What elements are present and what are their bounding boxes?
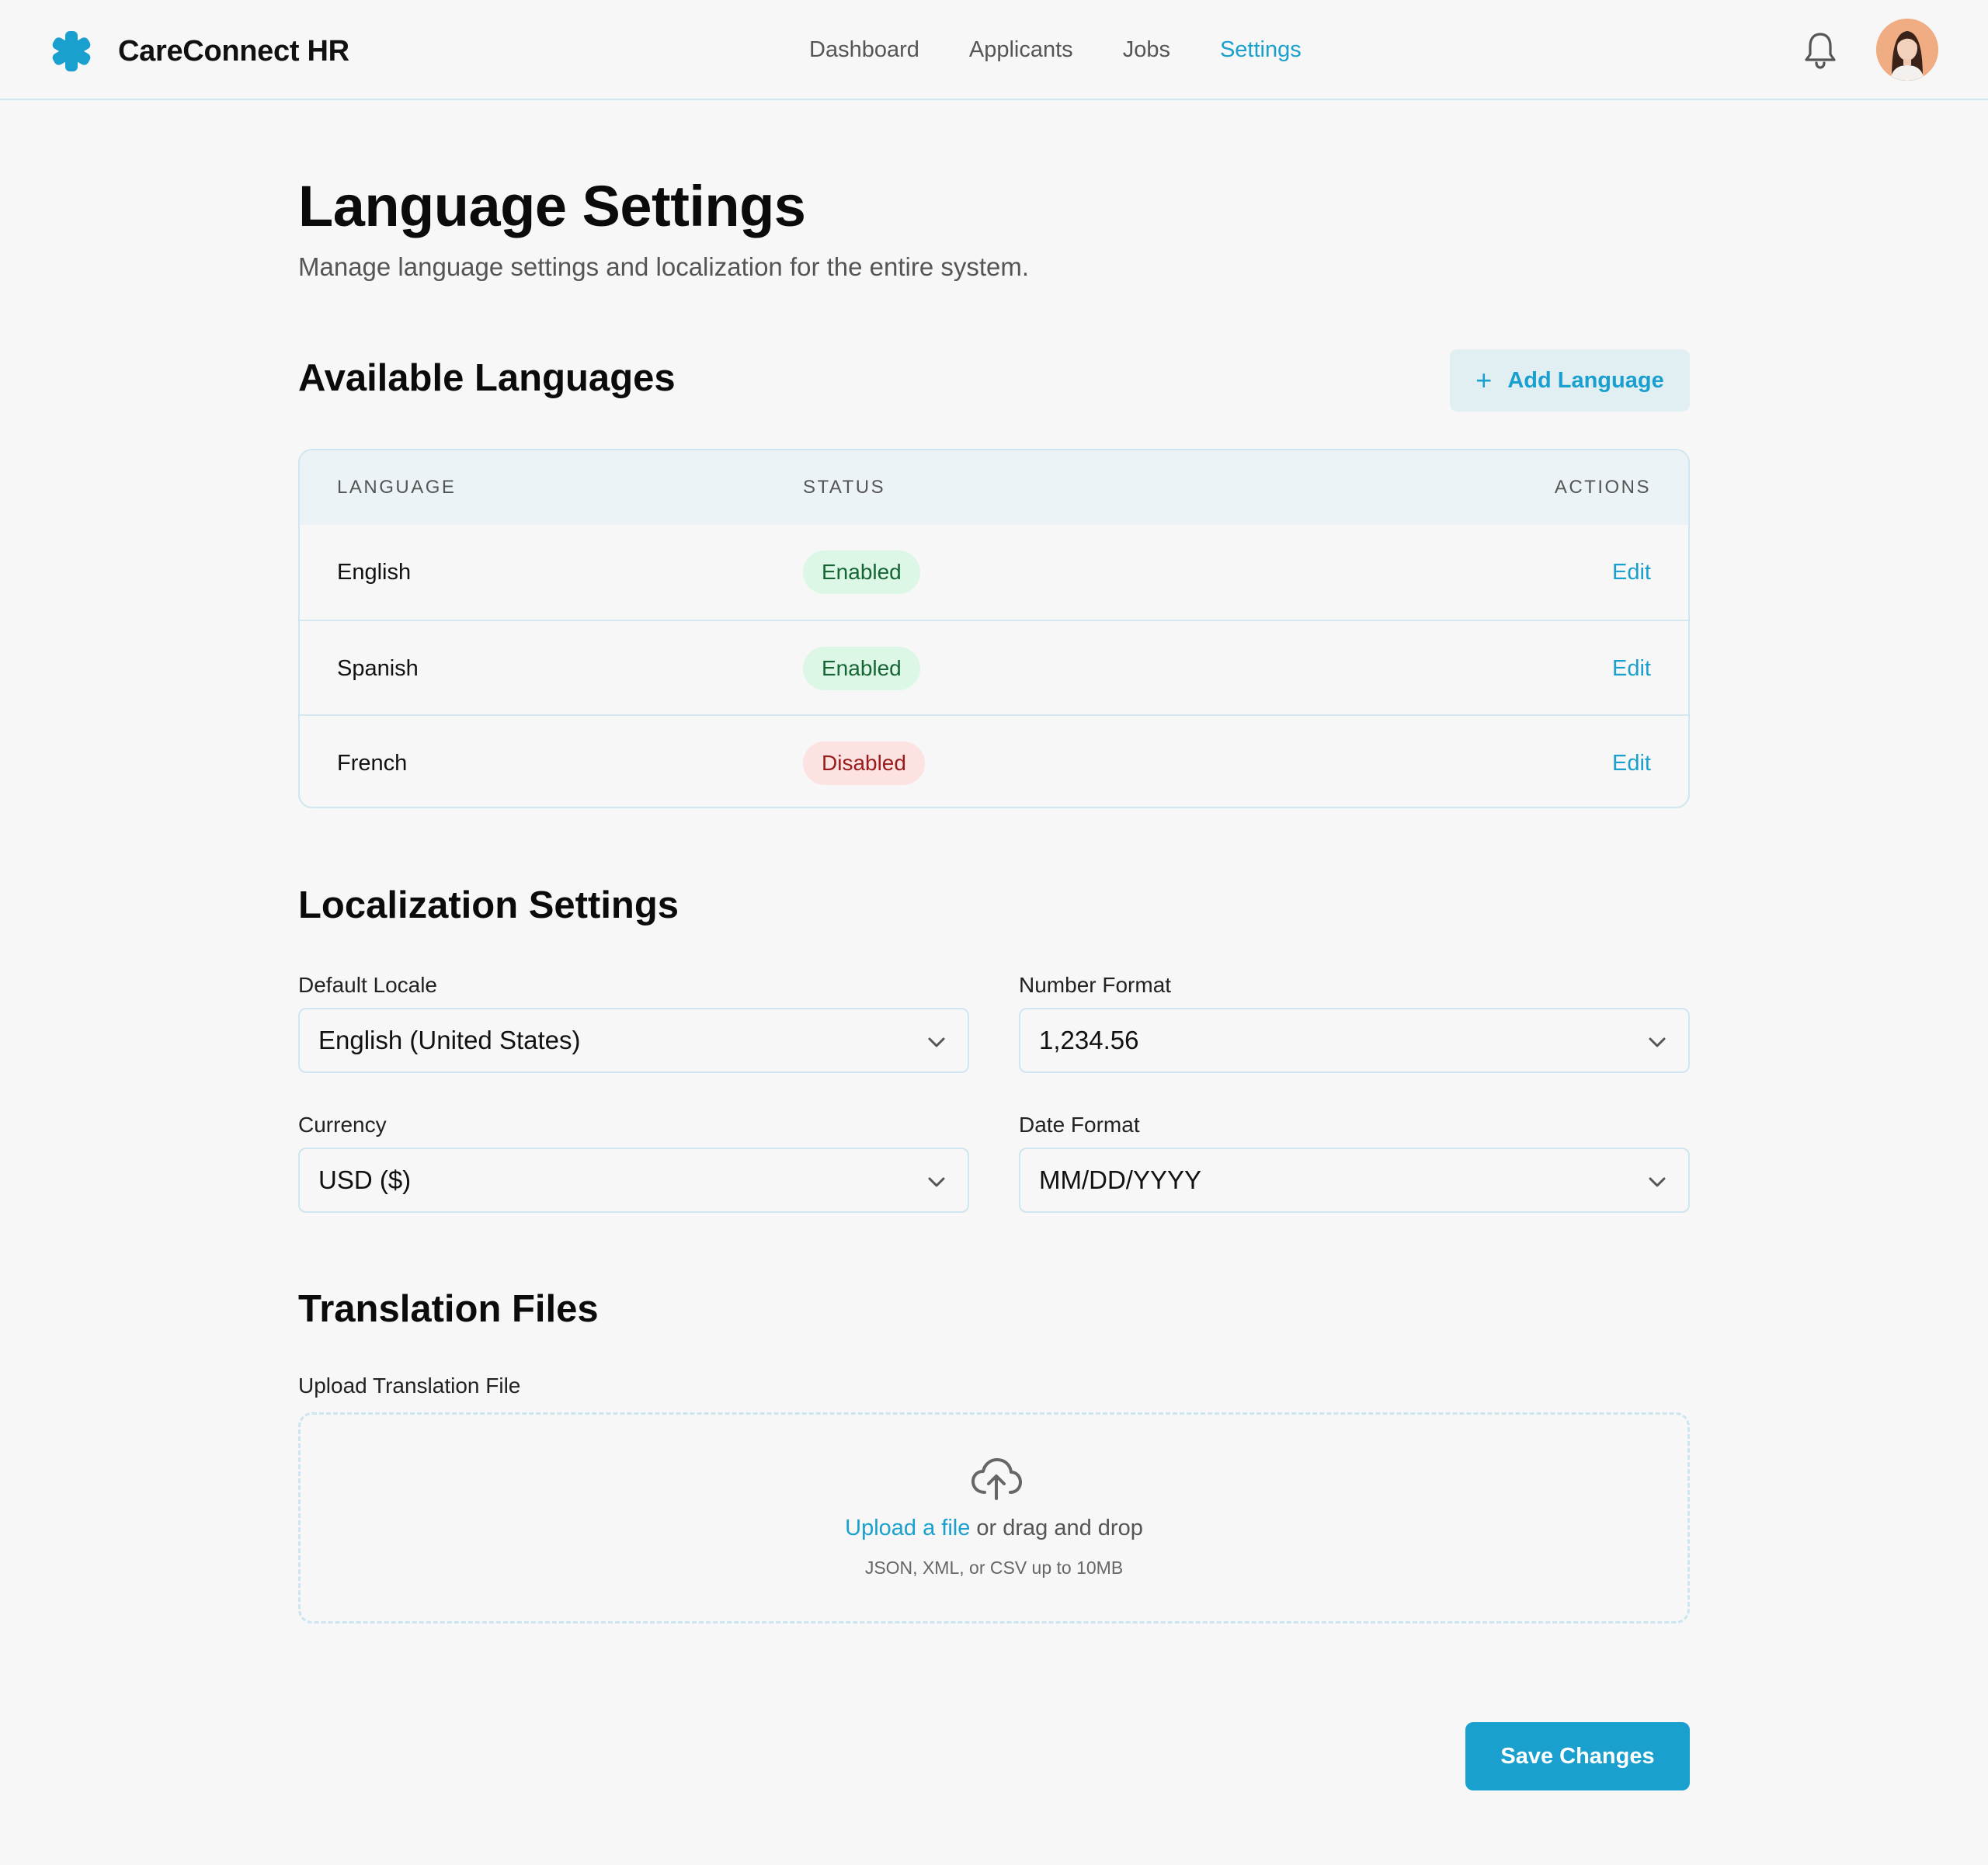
app-name: CareConnect HR [118,34,349,68]
table-header: LANGUAGE STATUS ACTIONS [300,450,1688,525]
table-row: French Disabled Edit [300,714,1688,807]
file-dropzone[interactable]: Upload a file or drag and drop JSON, XML… [298,1412,1690,1624]
medical-asterisk-icon [52,31,91,71]
add-language-button[interactable]: + Add Language [1450,349,1690,412]
status-badge: Disabled [803,741,925,785]
date-format-value: MM/DD/YYYY [1039,1165,1202,1194]
chevron-down-icon [928,1177,945,1187]
cloud-upload-icon [971,1458,1022,1500]
page-title: Language Settings [298,174,806,238]
default-locale-select[interactable]: English (United States) [298,1008,969,1073]
currency-label: Currency [298,1113,387,1137]
upload-instructions: Upload a file or drag and drop [301,1516,1687,1541]
page-subtitle: Manage language settings and localizatio… [298,252,1030,281]
table-body: English Enabled Edit Spanish Enabled Edi… [300,525,1688,807]
number-format-label: Number Format [1019,973,1172,997]
drag-drop-text: or drag and drop [976,1516,1143,1540]
edit-link[interactable]: Edit [1612,525,1651,620]
language-name: English [337,560,412,585]
upload-translation-label: Upload Translation File [298,1374,521,1398]
main-nav: Dashboard Applicants Jobs Settings [809,31,1302,68]
column-status: STATUS [803,477,886,498]
top-navbar: CareConnect HR Dashboard Applicants Jobs… [0,0,1988,100]
user-avatar[interactable] [1876,19,1938,81]
upload-hint: JSON, XML, or CSV up to 10MB [864,1558,1124,1578]
available-languages-title: Available Languages [298,357,676,399]
save-changes-button[interactable]: Save Changes [1465,1722,1690,1790]
currency-select[interactable]: USD ($) [298,1148,969,1213]
status-badge: Enabled [803,550,920,594]
language-name: French [337,751,408,776]
status-badge: Enabled [803,647,920,690]
language-name: Spanish [337,656,419,681]
number-format-value: 1,234.56 [1039,1026,1139,1054]
default-locale-label: Default Locale [298,973,438,997]
edit-link[interactable]: Edit [1612,621,1651,716]
nav-dashboard[interactable]: Dashboard [809,31,919,68]
upload-file-link[interactable]: Upload a file [845,1516,970,1540]
edit-link[interactable]: Edit [1612,716,1651,807]
brand[interactable]: CareConnect HR [50,30,349,73]
table-row: Spanish Enabled Edit [300,620,1688,714]
localization-settings-title: Localization Settings [298,884,679,926]
default-locale-value: English (United States) [318,1026,581,1054]
nav-applicants[interactable]: Applicants [969,31,1073,68]
plus-icon: + [1475,364,1493,396]
chevron-down-icon [1649,1037,1666,1047]
add-language-label: Add Language [1507,367,1664,393]
column-language: LANGUAGE [337,477,457,498]
date-format-label: Date Format [1019,1113,1140,1137]
chevron-down-icon [928,1037,945,1047]
translation-files-title: Translation Files [298,1288,599,1330]
bell-icon[interactable] [1802,30,1839,70]
nav-settings[interactable]: Settings [1220,31,1302,68]
chevron-down-icon [1649,1177,1666,1187]
number-format-select[interactable]: 1,234.56 [1019,1008,1690,1073]
nav-jobs[interactable]: Jobs [1123,31,1170,68]
languages-table: LANGUAGE STATUS ACTIONS English Enabled … [298,449,1690,808]
date-format-select[interactable]: MM/DD/YYYY [1019,1148,1690,1213]
avatar-portrait-icon [1876,19,1938,81]
currency-value: USD ($) [318,1165,412,1194]
table-row: English Enabled Edit [300,525,1688,620]
column-actions: ACTIONS [1554,477,1651,498]
